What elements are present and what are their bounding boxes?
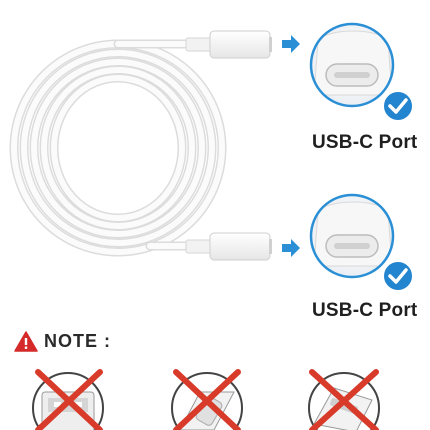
arrow-right-icon: [282, 239, 300, 257]
product-infographic: USB-C Port USB-C Port NOTE :: [0, 0, 430, 430]
note-label: NOTE :: [44, 331, 111, 351]
check-badge-icon: [382, 90, 414, 122]
warning-triangle-icon: [14, 331, 38, 352]
check-badge-icon: [382, 260, 414, 292]
usb-c-port-icon: [309, 193, 395, 279]
infographic-canvas: [9, 22, 414, 430]
port-label: USB-C Port: [312, 132, 418, 153]
arrow-right-icon: [282, 35, 300, 53]
port-label: USB-C Port: [312, 300, 418, 321]
usb-c-connector-bottom: [185, 232, 272, 261]
usb-c-connector-top: [185, 30, 272, 59]
usb-c-port-icon: [309, 22, 395, 108]
note-heading: NOTE :: [14, 331, 111, 352]
coiled-cable: [9, 39, 227, 257]
